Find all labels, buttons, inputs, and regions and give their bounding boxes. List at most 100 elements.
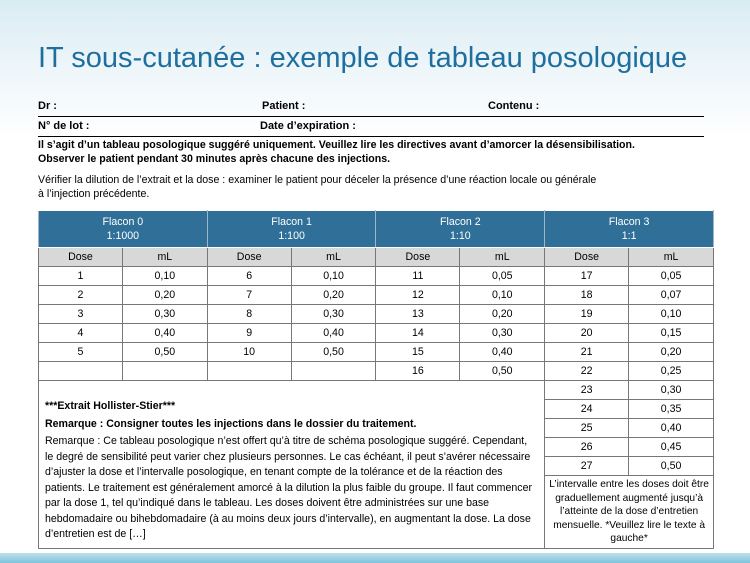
table-cell: 0,05 (459, 266, 546, 286)
table-cell: 16 (375, 361, 461, 381)
table-cell: 3 (38, 304, 123, 324)
table-cell: 0,40 (628, 418, 714, 438)
table-cell: 24 (544, 399, 630, 419)
table-cell: 0,40 (121, 323, 208, 343)
table-cell: 19 (544, 304, 630, 324)
form-row-doctor: Dr : Patient : Contenu : (38, 97, 704, 117)
table-cell: 0,45 (628, 437, 714, 457)
table-row: 4 0,40 9 0,40 14 0,30 20 0,15 (38, 323, 714, 343)
table-row: 2 0,20 7 0,20 12 0,10 18 0,07 (38, 285, 714, 305)
bottom-band (0, 553, 750, 563)
vial-header-2: Flacon 2 1:10 (375, 210, 546, 248)
table-cell: 17 (544, 266, 630, 286)
table-cell: 14 (375, 323, 461, 343)
table-cell: 22 (544, 361, 630, 381)
interval-note: L’intervalle entre les doses doit être g… (544, 475, 714, 549)
table-cell: 0,05 (628, 266, 714, 286)
table-cell: 18 (544, 285, 630, 305)
expiration-label: Date d’expiration : (260, 120, 356, 132)
table-cell: 0,50 (628, 456, 714, 476)
column-header-row: Dose mL Dose mL Dose mL Dose mL (38, 247, 714, 267)
remark-bold: Remarque : Consigner toutes les injectio… (45, 417, 417, 430)
table-cell: 4 (38, 323, 123, 343)
table-cell: 0,20 (121, 285, 208, 305)
dose-header: Dose (375, 247, 461, 267)
table-cell: 0,15 (628, 323, 714, 343)
slide-title: IT sous-cutanée : exemple de tableau pos… (38, 42, 688, 74)
ml-header: mL (459, 247, 546, 267)
table-cell: 20 (544, 323, 630, 343)
table-cell: 0,10 (290, 266, 377, 286)
note-line-1: Vérifier la dilution de l’extrait et la … (38, 174, 597, 186)
remark-text: Remarque : Ce tableau posologique n’est … (45, 435, 532, 540)
vial-header-row: Flacon 0 1:1000 Flacon 1 1:100 Flacon 2 1:1… (38, 210, 714, 248)
table-row: 3 0,30 8 0,30 13 0,20 19 0,10 (38, 304, 714, 324)
table-cell: 27 (544, 456, 630, 476)
lot-label: N° de lot : (38, 120, 90, 132)
table-cell: 15 (375, 342, 461, 362)
table-cell: 0,30 (121, 304, 208, 324)
table-cell: 13 (375, 304, 461, 324)
table-cell: 23 (544, 380, 630, 400)
table-cell: 7 (206, 285, 292, 305)
table-cell: 0,50 (290, 342, 377, 362)
table-cell: 0,40 (290, 323, 377, 343)
warning-line-2: Observer le patient pendant 30 minutes a… (38, 153, 391, 165)
table-cell: 6 (206, 266, 292, 286)
contenu-label: Contenu : (488, 100, 540, 112)
dose-header: Dose (38, 247, 123, 267)
dilution-note: Vérifier la dilution de l’extrait et la … (38, 173, 718, 201)
table-cell: 0,10 (459, 285, 546, 305)
table-cell: 21 (544, 342, 630, 362)
table-cell: 0,07 (628, 285, 714, 305)
vial-header-0: Flacon 0 1:1000 (38, 210, 208, 248)
table-cell (206, 361, 292, 381)
patient-label: Patient : (262, 100, 306, 112)
table-cell: 12 (375, 285, 461, 305)
table-cell: 1 (38, 266, 123, 286)
vial-header-3: Flacon 3 1:1 (544, 210, 714, 248)
vial-header-1: Flacon 1 1:100 (206, 210, 377, 248)
table-cell: 0,20 (459, 304, 546, 324)
note-line-2: à l’injection précédente. (38, 188, 150, 200)
table-cell: 0,50 (459, 361, 546, 381)
dose-header: Dose (544, 247, 630, 267)
table-cell (121, 361, 208, 381)
table-cell (38, 361, 123, 381)
table-cell: 0,30 (459, 323, 546, 343)
table-cell: 0,40 (459, 342, 546, 362)
table-cell: 0,10 (628, 304, 714, 324)
table-cell: 26 (544, 437, 630, 457)
table-row: 16 0,50 22 0,25 (38, 361, 714, 381)
warning-text: Il s’agit d’un tableau posologique suggé… (38, 138, 718, 166)
table-cell: 2 (38, 285, 123, 305)
ml-header: mL (121, 247, 208, 267)
form-row-lot: N° de lot : Date d’expiration : (38, 117, 704, 137)
table-row: 5 0,50 10 0,50 15 0,40 21 0,20 (38, 342, 714, 362)
table-cell: 5 (38, 342, 123, 362)
ml-header: mL (290, 247, 377, 267)
table-cell: 0,50 (121, 342, 208, 362)
remark-cell: ***Extrait Hollister-Stier*** Remarque :… (37, 380, 546, 549)
extract-title: ***Extrait Hollister-Stier*** (45, 400, 176, 412)
dosage-table: Flacon 0 1:1000 Flacon 1 1:100 Flacon 2 1:1… (37, 210, 714, 549)
table-cell: 0,20 (290, 285, 377, 305)
dr-label: Dr : (38, 100, 57, 112)
table-row: ***Extrait Hollister-Stier*** Remarque :… (37, 380, 714, 549)
table-cell: 0,30 (628, 380, 714, 400)
dose-header: Dose (206, 247, 292, 267)
table-cell: 0,10 (121, 266, 208, 286)
ml-header: mL (628, 247, 714, 267)
table-cell: 10 (206, 342, 292, 362)
table-cell: 25 (544, 418, 630, 438)
table-cell: 8 (206, 304, 292, 324)
table-cell: 0,20 (628, 342, 714, 362)
table-cell: 0,30 (290, 304, 377, 324)
table-cell: 0,25 (628, 361, 714, 381)
table-cell: 11 (375, 266, 461, 286)
table-cell (290, 361, 377, 381)
table-cell: 0,35 (628, 399, 714, 419)
table-row: 1 0,10 6 0,10 11 0,05 17 0,05 (38, 266, 714, 286)
table-cell: 9 (206, 323, 292, 343)
warning-line-1: Il s’agit d’un tableau posologique suggé… (38, 139, 635, 151)
